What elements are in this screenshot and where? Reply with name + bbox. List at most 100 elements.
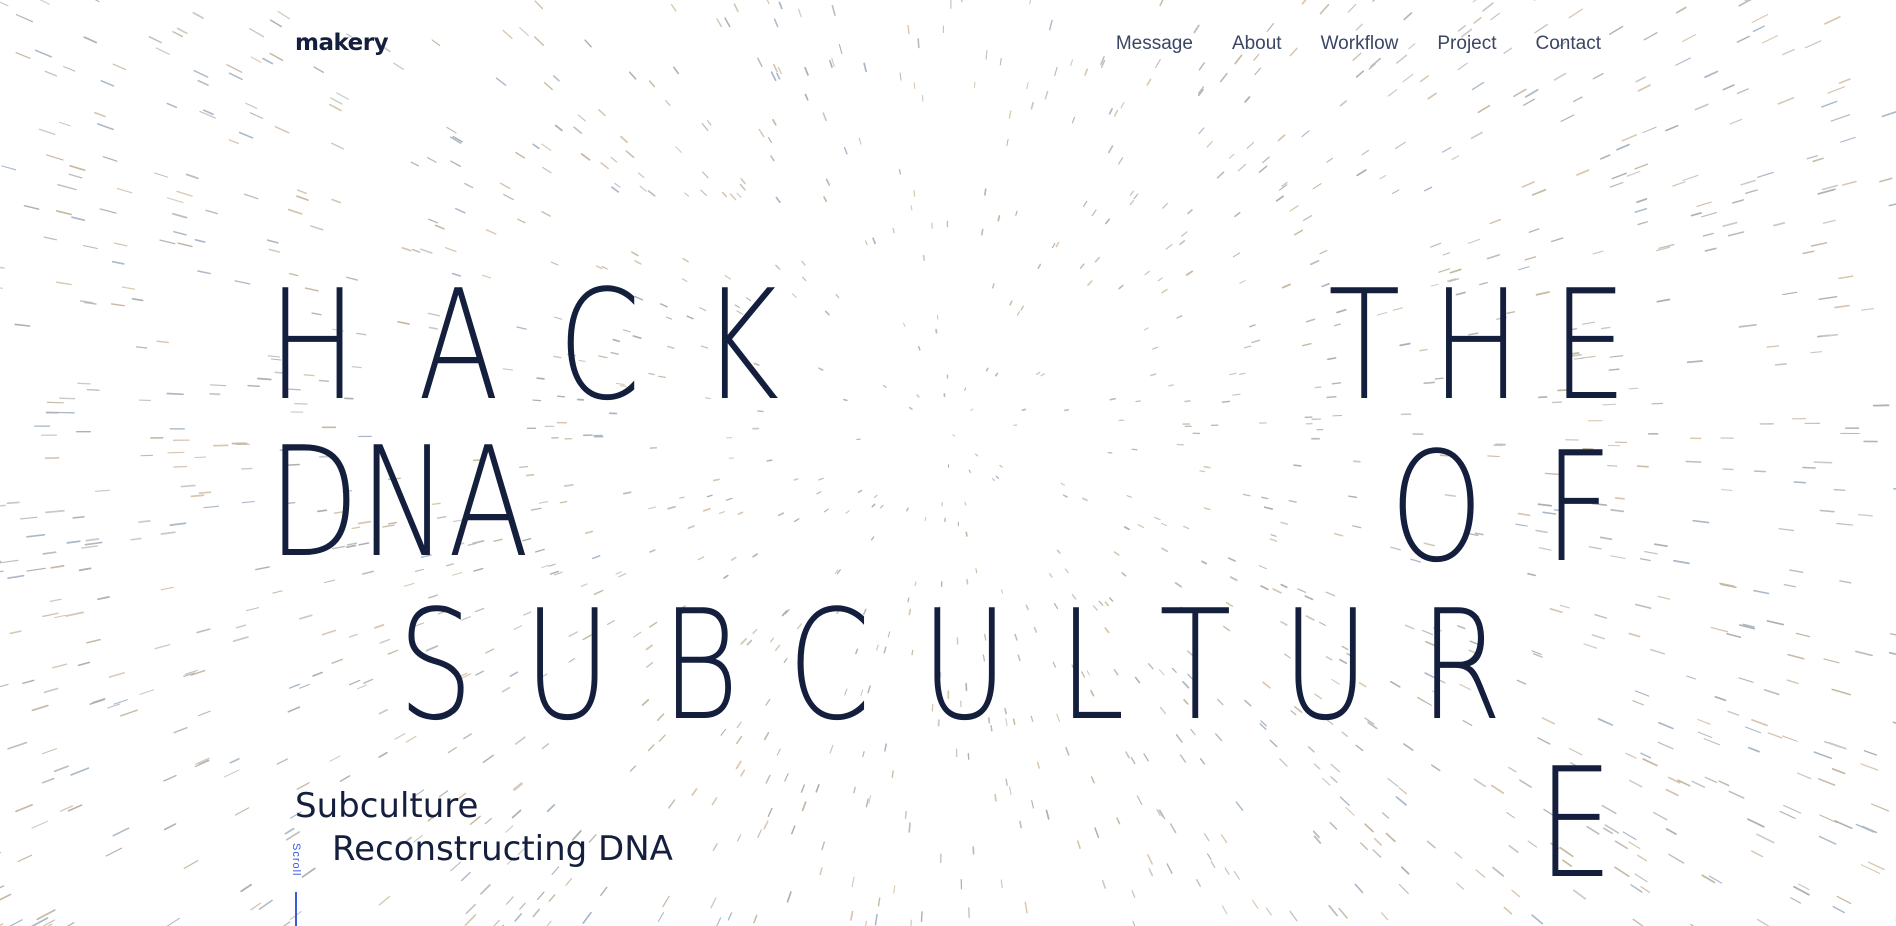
particle-dash [1491, 784, 1505, 794]
particle-dash [1391, 189, 1400, 195]
particle-dash [154, 172, 169, 178]
particle-dash [1221, 400, 1231, 403]
hero-word-dna: DNA [268, 414, 530, 591]
particle-dash [31, 704, 49, 712]
particle-dash [1634, 207, 1648, 213]
particle-dash [816, 491, 822, 495]
nav-item-contact[interactable]: Contact [1536, 33, 1601, 55]
particle-dash [331, 658, 343, 664]
particle-dash [1176, 315, 1183, 319]
nav-item-about[interactable]: About [1232, 33, 1282, 55]
particle-dash [1045, 809, 1050, 820]
particle-dash [1637, 854, 1647, 862]
particle-dash [299, 683, 310, 689]
particle-dash [1732, 199, 1744, 204]
particle-dash [1708, 875, 1723, 884]
scroll-label[interactable]: Scroll [290, 843, 302, 877]
particle-dash [246, 607, 259, 612]
particle-dash [1313, 763, 1321, 770]
nav-item-project[interactable]: Project [1437, 33, 1496, 55]
particle-dash [235, 624, 247, 629]
particle-dash [1243, 345, 1252, 349]
particle-dash [1881, 111, 1896, 118]
particle-dash [997, 215, 1001, 222]
particle-dash [1253, 53, 1260, 61]
particle-dash [1289, 205, 1299, 212]
particle-dash [1347, 3, 1357, 13]
particle-dash [548, 894, 556, 902]
particle-dash [1828, 742, 1847, 750]
particle-dash [1108, 108, 1113, 115]
particle-dash [777, 512, 785, 517]
particle-dash [1305, 318, 1316, 323]
nav-item-message[interactable]: Message [1116, 33, 1193, 55]
particle-dash [228, 72, 243, 81]
particle-dash [1616, 143, 1630, 151]
particle-dash [870, 536, 875, 541]
particle-dash [1506, 812, 1515, 819]
particle-dash [980, 228, 984, 236]
particle-dash [484, 817, 492, 825]
particle-dash [190, 494, 205, 498]
particle-dash [1527, 840, 1538, 848]
particle-dash [1019, 820, 1022, 829]
particle-dash [1754, 470, 1767, 473]
particle-dash [1109, 397, 1116, 401]
particle-dash [1006, 138, 1009, 147]
nav-item-workflow[interactable]: Workflow [1321, 33, 1399, 55]
particle-dash [1036, 761, 1040, 769]
particle-dash [1786, 679, 1799, 685]
particle-dash [1333, 532, 1344, 537]
particle-dash [1107, 145, 1114, 154]
particle-dash [34, 49, 52, 58]
particle-dash [758, 128, 765, 138]
particle-dash [1082, 497, 1088, 502]
logo[interactable]: makery [295, 30, 389, 56]
particle-dash [1560, 114, 1575, 122]
particle-dash [1477, 104, 1491, 114]
particle-dash [1132, 920, 1136, 926]
particle-dash [532, 143, 540, 150]
particle-dash [868, 795, 872, 804]
particle-dash [78, 567, 92, 572]
particle-dash [1668, 853, 1685, 864]
particle-dash [532, 908, 541, 918]
particle-dash [1430, 242, 1442, 248]
particle-dash [706, 494, 713, 498]
particle-dash [1694, 103, 1709, 111]
particle-dash [53, 765, 69, 773]
particle-dash [1823, 16, 1841, 25]
particle-dash [450, 160, 461, 167]
particle-dash [41, 777, 55, 784]
particle-dash [284, 827, 295, 835]
particle-dash [1157, 277, 1163, 282]
particle-dash [1266, 23, 1274, 32]
particle-dash [691, 788, 698, 796]
particle-dash [843, 398, 848, 402]
particle-dash [1594, 614, 1608, 619]
particle-dash [902, 322, 906, 328]
particle-dash [1258, 165, 1268, 173]
particle-dash [393, 62, 404, 70]
particle-dash [1146, 78, 1152, 86]
particle-dash [1143, 753, 1149, 762]
particle-dash [1196, 879, 1201, 887]
particle-dash [1060, 482, 1066, 486]
particle-dash [426, 157, 437, 163]
particle-dash [313, 66, 325, 74]
particle-dash [86, 638, 101, 644]
particle-dash [249, 112, 264, 119]
particle-dash [274, 125, 290, 134]
particle-dash [615, 571, 622, 575]
particle-dash [1697, 718, 1711, 725]
particle-dash [737, 511, 744, 515]
particle-dash [192, 11, 204, 19]
particle-dash [330, 142, 344, 150]
particle-dash [248, 27, 265, 38]
particle-dash [44, 70, 58, 77]
particle-dash [1756, 918, 1770, 926]
particle-dash [577, 114, 586, 122]
particle-dash [1185, 270, 1194, 276]
particle-dash [70, 767, 90, 776]
particle-dash [1398, 787, 1408, 795]
